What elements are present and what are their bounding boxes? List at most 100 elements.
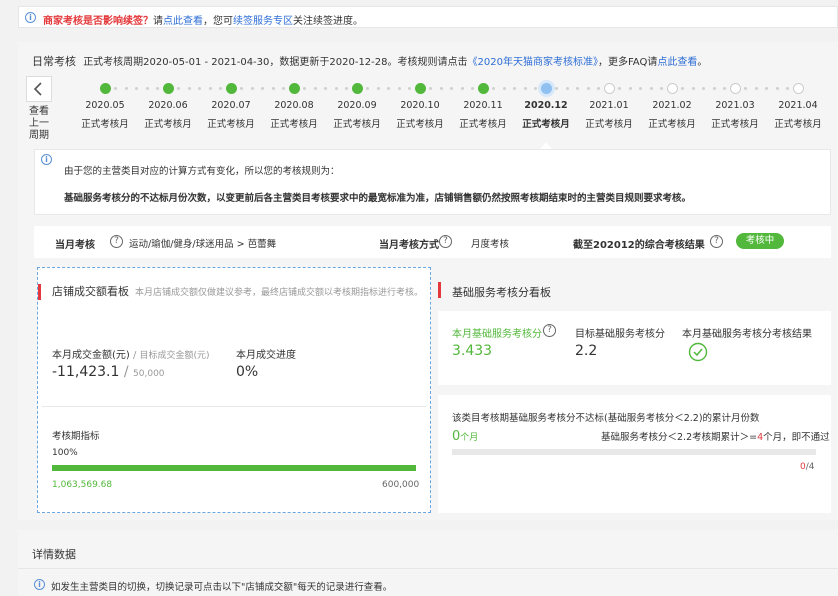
timeline-connector-dot [397,87,401,90]
period-indicator-label: 考核期指标 [52,431,100,442]
separator: / [129,350,140,361]
timeline-label: 正式考核月 [711,119,759,130]
timeline-connector-dot [723,87,726,90]
timeline-connector-dot [334,87,338,90]
timeline-label: 正式考核月 [81,119,129,130]
method-label: 当月考核方式 [379,240,439,251]
timeline-label: 正式考核月 [648,119,696,130]
current-month-label: 当月考核 [55,240,95,251]
timeline-node-done[interactable] [289,83,300,94]
timeline-month: 2020.11 [463,100,503,111]
renewal-zone-link[interactable]: 续签服务专区 [233,16,293,27]
timeline-connector-dot [649,87,653,90]
timeline-label: 正式考核月 [270,119,318,130]
service-score-panel: 本月基础服务考核分 ? 3.433 目标基础服务考核分 2.2 本月基础服务考核… [438,311,831,385]
help-icon[interactable]: ? [710,235,723,248]
help-icon[interactable]: ? [110,235,123,248]
timeline-connector-dot [775,87,779,90]
timeline-node-done[interactable] [100,83,111,94]
fail-months-desc: 该类目考核期基础服务考核分不达标(基础服务考核分＜2.2)的累计月份数 [452,413,760,424]
timeline-connector-dot [187,87,191,90]
summary-row: 当月考核 ? 运动/瑜伽/健身/球迷用品 > 芭蕾舞 当月考核方式 ? 月度考核… [34,226,831,258]
info-icon: i [34,579,45,590]
sales-note: 本月店铺成交额仅做建议参考，最终店铺成交额以考核期指标进行考核。 [135,288,424,298]
notice-link-view[interactable]: 点此查看 [163,16,203,27]
timeline-connector-dot [492,87,495,90]
timeline-month: 2021.01 [589,100,629,111]
help-icon[interactable]: ? [439,235,452,248]
current-category: 运动/瑜伽/健身/球迷用品 > 芭蕾舞 [129,239,277,250]
details-section: 详情数据 i 如发生主营类目的切换，切换记录可点击以下"店铺成交额"每天的记录进… [18,530,838,596]
timeline-connector-dot [240,87,243,90]
info-icon: i [41,154,52,165]
timeline-connector-dot [261,87,264,90]
chevron-left-icon [33,82,42,96]
overall-result-label: 截至202012的综合考核结果 [573,240,705,251]
timeline-label: 正式考核月 [522,119,570,130]
timeline-connector-dot [555,87,558,90]
info-icon: i [25,12,36,23]
timeline-connector-dot [177,87,180,90]
timeline-label: 正式考核月 [396,119,444,130]
prev-cycle-button[interactable] [26,76,52,102]
timeline-connector-dot [376,87,380,90]
period-text: 正式考核周期2020-05-01 - 2021-04-30，数据更新于2020-… [83,57,468,68]
faq-text: 。 [697,57,708,68]
target-amount-value: 50,000 [133,369,165,379]
notice-question: 商家考核是否影响续签？ [43,16,153,27]
timeline-node-done[interactable] [352,83,363,94]
fail-rule-text: 基础服务考核分＜2.2考核期累计＞= [601,432,758,443]
timeline-connector-dot [712,87,716,90]
fail-progress-bar [452,449,816,455]
fail-rule-text: 个月，即不通过 [763,432,830,443]
timeline-month: 2021.03 [715,100,755,111]
timeline-node-future[interactable] [667,83,678,94]
faq-text: ，更多FAQ请 [597,57,658,68]
timeline-connector-dot [387,87,390,90]
service-title: 基础服务考核分看板 [452,286,551,299]
check-circle-icon [688,342,708,362]
page-title: 日常考核 [32,55,76,68]
timeline-connector-dot [313,87,317,90]
timeline-connector-dot [660,87,663,90]
timeline-connector-dot [198,87,201,90]
timeline-month: 2020.08 [274,100,314,111]
rule-box: i 由于您的主营类目对应的计算方式有变化，所以您的考核规则为： 基础服务考核分的… [34,149,831,215]
timeline-node-current[interactable] [541,83,552,94]
timeline-connector-dot [639,87,642,90]
faq-link[interactable]: 点此查看 [657,57,697,68]
timeline-connector-dot [439,87,443,90]
timeline-node-done[interactable] [163,83,174,94]
timeline-connector-dot [523,87,527,90]
timeline-connector-dot [565,87,569,90]
timeline-connector-dot [429,87,432,90]
timeline-connector-dot [618,87,621,90]
timeline-node-done[interactable] [478,83,489,94]
timeline-node-done[interactable] [415,83,426,94]
score-value: 3.433 [452,343,493,359]
amount-value: -11,423.1 [52,364,120,380]
timeline-connector-dot [628,87,632,90]
timeline-node-done[interactable] [226,83,237,94]
help-icon[interactable]: ? [543,324,556,337]
sales-title: 店铺成交额看板 [52,285,129,298]
divider [18,568,838,569]
timeline-connector-dot [145,87,149,90]
timeline-node-future[interactable] [793,83,804,94]
divider [42,406,426,407]
current-month-caret [540,142,552,149]
timeline-month: 2020.10 [400,100,440,111]
timeline-node-future[interactable] [604,83,615,94]
service-dashboard: 基础服务考核分看板 本月基础服务考核分 ? 3.433 目标基础服务考核分 2.… [438,267,831,513]
timeline-month: 2021.04 [778,100,818,111]
rule-line-2: 基础服务考核分的不达标月份次数，以变更前后各主营类目考核要求中的最宽标准为准，店… [64,193,692,204]
timeline-connector-dot [114,87,117,90]
timeline-connector-dot [765,87,768,90]
timeline-connector-dot [250,87,254,90]
daily-assessment-card: 日常考核 正式考核周期2020-05-01 - 2021-04-30，数据更新于… [18,42,838,520]
timeline-node-future[interactable] [730,83,741,94]
method-value: 月度考核 [471,239,510,250]
prev-cycle-label[interactable]: 查看上一周期 [28,106,50,142]
timeline-label: 正式考核月 [144,119,192,130]
rules-link[interactable]: 《2020年天猫商家考核标准》 [468,57,598,68]
